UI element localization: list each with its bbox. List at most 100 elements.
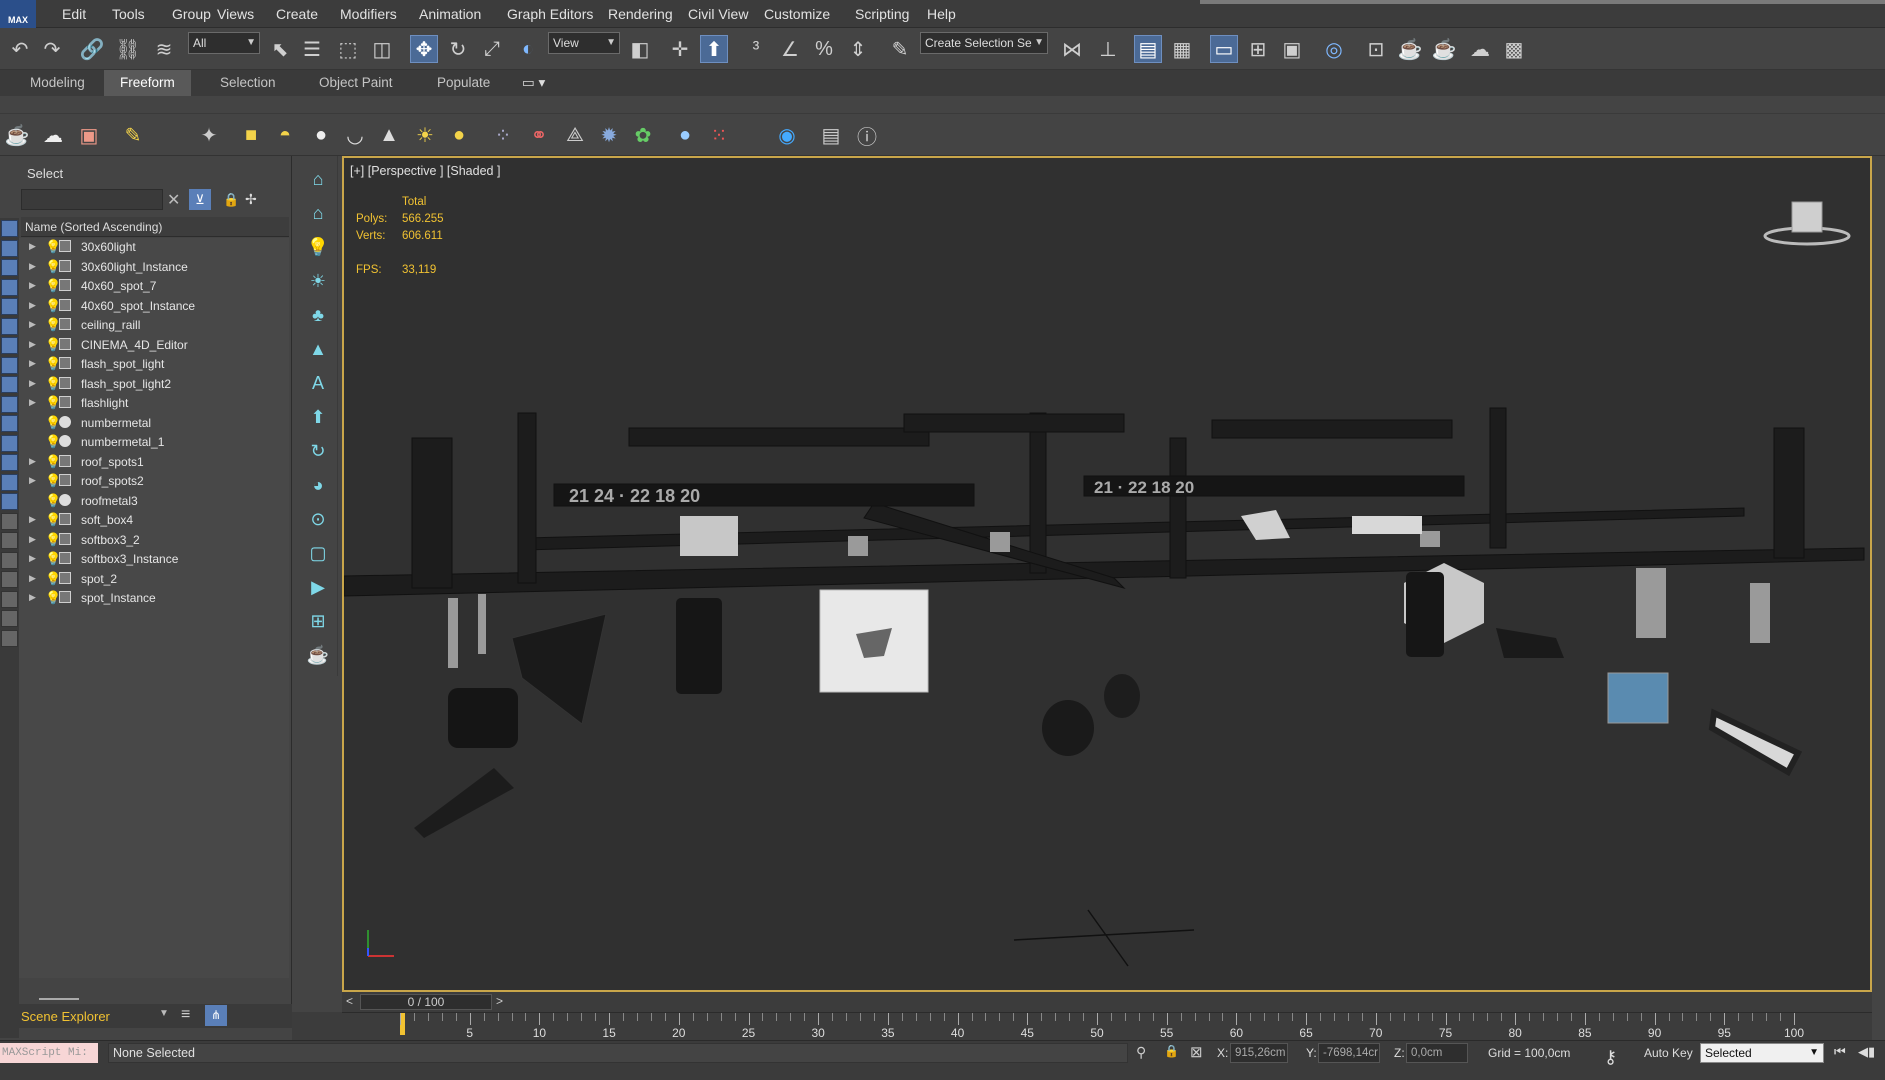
- list-item[interactable]: ▶ 💡 flash_spot_light: [19, 355, 289, 375]
- bowl-icon[interactable]: ◡: [342, 122, 368, 148]
- maxscript-listener[interactable]: MAXScript Mi:: [0, 1043, 98, 1063]
- render-icon[interactable]: ◉: [774, 122, 800, 148]
- schematic-view-icon[interactable]: ⊞: [1244, 35, 1272, 63]
- display-filter-icon[interactable]: [1, 317, 18, 335]
- display-filter-icon[interactable]: [1, 239, 18, 257]
- expand-arrow-icon[interactable]: ▶: [29, 241, 36, 252]
- display-filter-icon[interactable]: [1, 493, 18, 510]
- time-prev-icon[interactable]: <: [346, 994, 353, 1008]
- display-filter-icon[interactable]: [1, 278, 18, 296]
- expand-arrow-icon[interactable]: ▶: [29, 573, 36, 584]
- light-lister-icon[interactable]: ✎: [120, 122, 146, 148]
- key-icon[interactable]: ⚷: [1604, 1047, 1617, 1068]
- rendered-frame-window-icon[interactable]: ⊡: [1362, 35, 1390, 63]
- light-bulb-icon[interactable]: 💡: [304, 234, 332, 260]
- geometry-icon[interactable]: ⟁: [562, 122, 588, 148]
- display-filter-icon[interactable]: [1, 434, 18, 452]
- list-item[interactable]: ▶ 💡 softbox3_2: [19, 531, 289, 551]
- list-item[interactable]: ▶ 💡 roof_spots1: [19, 453, 289, 473]
- layers-icon[interactable]: ≡: [181, 1006, 190, 1024]
- scene-explorer-label[interactable]: Scene Explorer: [21, 1009, 110, 1024]
- align-icon[interactable]: ⊥: [1094, 35, 1122, 63]
- sphere-icon[interactable]: ◕: [304, 472, 332, 498]
- x-coordinate-field[interactable]: 915,26cm: [1230, 1043, 1288, 1063]
- isolate-icon[interactable]: ⚲: [1136, 1044, 1146, 1061]
- expand-arrow-icon[interactable]: ▶: [29, 358, 36, 369]
- palette-icon[interactable]: ⁙: [706, 122, 732, 148]
- ribbon-options-icon[interactable]: ▭ ▾: [522, 70, 545, 96]
- select-scale-icon[interactable]: ⤢: [478, 35, 506, 63]
- select-by-name-icon[interactable]: ☰: [298, 35, 326, 63]
- display-filter-icon[interactable]: [1, 395, 18, 413]
- expand-arrow-icon[interactable]: ▶: [29, 261, 36, 272]
- play-icon[interactable]: ▶: [304, 574, 332, 600]
- filter-icon[interactable]: ⊻: [189, 189, 211, 210]
- y-coordinate-field[interactable]: -7698,14cr: [1318, 1043, 1380, 1063]
- named-selection-input[interactable]: Create Selection Se ▼: [920, 32, 1048, 54]
- teapot-icon[interactable]: ☕: [4, 122, 30, 148]
- time-slider[interactable]: < 0 / 100 >: [342, 992, 1872, 1012]
- time-next-icon[interactable]: >: [496, 994, 503, 1008]
- target-icon[interactable]: ⊙: [304, 506, 332, 532]
- display-filter-icon[interactable]: [1, 259, 18, 276]
- display-filter-icon[interactable]: [1, 629, 18, 647]
- lock-selection-icon[interactable]: 🔒: [1164, 1044, 1179, 1058]
- sphere-icon[interactable]: ●: [308, 122, 334, 148]
- menu-item-help[interactable]: Help: [927, 0, 956, 28]
- perspective-viewport[interactable]: [+] [Perspective ] [Shaded ] Total Polys…: [342, 156, 1872, 992]
- tree-icon[interactable]: ♣: [304, 302, 332, 328]
- explorer-search-input[interactable]: [21, 189, 163, 210]
- menu-item-animation[interactable]: Animation: [419, 0, 481, 28]
- display-filter-icon[interactable]: [1, 512, 18, 530]
- link-icon[interactable]: 🔗: [78, 35, 106, 63]
- list-item[interactable]: ▶ 💡 spot_Instance: [19, 589, 289, 609]
- select-manipulate-icon[interactable]: ✛: [666, 35, 694, 63]
- render-frame-icon[interactable]: ▣: [76, 122, 102, 148]
- list-item[interactable]: ▶ 💡 40x60_spot_7: [19, 277, 289, 297]
- expand-arrow-icon[interactable]: ▶: [29, 300, 36, 311]
- menu-item-graph-editors[interactable]: Graph Editors: [507, 0, 593, 28]
- list-item[interactable]: ▶ 💡 spot_2: [19, 570, 289, 590]
- list-item[interactable]: ▶ 💡 40x60_spot_Instance: [19, 297, 289, 317]
- sun-icon[interactable]: ☀: [412, 122, 438, 148]
- menu-item-tools[interactable]: Tools: [112, 0, 145, 28]
- menu-item-rendering[interactable]: Rendering: [608, 0, 673, 28]
- bind-space-warp-icon[interactable]: ≋: [150, 35, 178, 63]
- ref-coord-dropdown[interactable]: View ▼: [548, 32, 620, 54]
- scroll-grip[interactable]: [39, 998, 79, 1000]
- chevron-down-icon[interactable]: ▼: [159, 1008, 169, 1019]
- hierarchy-icon[interactable]: ⋔: [205, 1005, 227, 1026]
- list-item[interactable]: ▶ 💡 soft_box4: [19, 511, 289, 531]
- expand-arrow-icon[interactable]: ▶: [29, 514, 36, 525]
- close-icon[interactable]: ✕: [167, 190, 180, 210]
- edit-named-selection-icon[interactable]: ✎: [886, 35, 914, 63]
- cloud-icon[interactable]: ☁: [40, 122, 66, 148]
- sun-icon[interactable]: ☀: [304, 268, 332, 294]
- menu-item-customize[interactable]: Customize: [764, 0, 830, 28]
- camera-icon[interactable]: ⌂: [304, 166, 332, 192]
- particles-icon[interactable]: ⁘: [490, 122, 516, 148]
- menu-item-scripting[interactable]: Scripting: [855, 0, 909, 28]
- expand-arrow-icon[interactable]: ▶: [29, 475, 36, 486]
- globe-icon[interactable]: ✹: [596, 122, 622, 148]
- help-icon[interactable]: ⓘ: [854, 122, 880, 149]
- list-item[interactable]: ▶ 💡 ceiling_raill: [19, 316, 289, 336]
- material-sphere-icon[interactable]: ●: [672, 122, 698, 148]
- expand-arrow-icon[interactable]: ▶: [29, 592, 36, 603]
- toggle-ribbon-icon[interactable]: ▦: [1168, 35, 1196, 63]
- unlink-icon[interactable]: ⛓: [114, 35, 142, 63]
- tab-modeling[interactable]: Modeling: [30, 70, 85, 96]
- menu-item-edit[interactable]: Edit: [62, 0, 86, 28]
- lock-icon[interactable]: 🔒: [223, 192, 239, 208]
- expand-arrow-icon[interactable]: ▶: [29, 553, 36, 564]
- previous-frame-icon[interactable]: ◀▮: [1858, 1044, 1875, 1060]
- mirror-icon[interactable]: ⬆: [304, 404, 332, 430]
- list-item[interactable]: ▶ 💡 30x60light: [19, 238, 289, 258]
- timeline-ruler[interactable]: 5 10 15 20 25 30 35 40 45 50 55 60 65 70 75 80 85 90 95 100: [342, 1012, 1872, 1040]
- sync-selection-icon[interactable]: ✢: [245, 191, 257, 208]
- absolute-mode-icon[interactable]: ⊠: [1190, 1043, 1203, 1061]
- teapot-icon[interactable]: ☕: [304, 642, 332, 668]
- cone-icon[interactable]: ▲: [304, 336, 332, 362]
- clipboard-icon[interactable]: ▤: [818, 122, 844, 148]
- text-icon[interactable]: A: [304, 370, 332, 396]
